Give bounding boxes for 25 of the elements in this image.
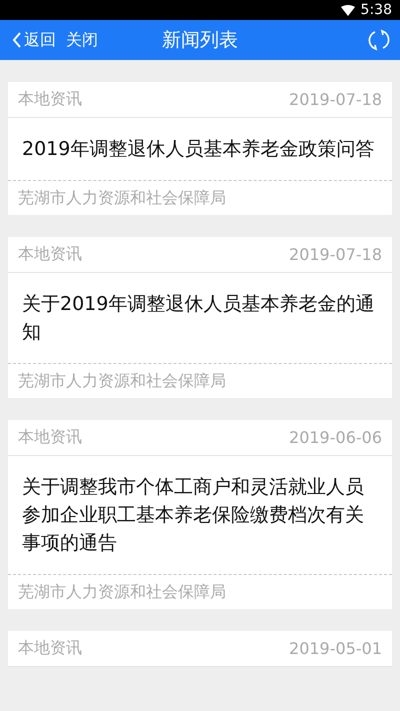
status-time: 5:38 [360, 2, 392, 18]
news-category: 本地资讯 [18, 89, 82, 110]
back-button[interactable]: 返回 [12, 30, 56, 50]
news-category: 本地资讯 [18, 244, 82, 265]
news-date: 2019-07-18 [289, 245, 382, 264]
page-title: 新闻列表 [162, 28, 238, 53]
news-title: 关于调整我市个体工商户和灵活就业人员参加企业职工基本养老保险缴费档次有关事项的通告 [22, 476, 364, 554]
news-category: 本地资讯 [18, 427, 82, 448]
news-card[interactable]: 本地资讯 2019-06-06 关于调整我市个体工商户和灵活就业人员参加企业职工基本养老保险缴费档次有关事项的通告 芜湖市人力资源和社会保障局 [8, 420, 392, 609]
close-button[interactable]: 关闭 [66, 30, 98, 50]
news-date: 2019-05-01 [289, 639, 382, 658]
wifi-icon [340, 4, 355, 16]
news-category: 本地资讯 [18, 638, 82, 659]
refresh-button[interactable] [366, 27, 392, 53]
news-source: 芜湖市人力资源和社会保障局 [18, 370, 226, 392]
news-source: 芜湖市人力资源和社会保障局 [18, 582, 226, 602]
news-source: 芜湖市人力资源和社会保障局 [18, 188, 226, 208]
news-date: 2019-07-18 [289, 90, 382, 109]
news-card[interactable]: 本地资讯 2019-07-18 2019年调整退休人员基本养老金政策问答 芜湖市人力资源和社会保障局 [8, 82, 392, 215]
news-title: 2019年调整退休人员基本养老金政策问答 [22, 138, 374, 160]
news-title: 关于2019年调整退休人员基本养老金的通知 [22, 293, 374, 343]
refresh-icon [366, 27, 392, 53]
chevron-left-icon [12, 32, 22, 48]
news-card[interactable]: 本地资讯 2019-07-18 关于2019年调整退休人员基本养老金的通知 芜湖市人力资源和社会保障局 [8, 237, 392, 398]
news-date: 2019-06-06 [289, 428, 382, 447]
